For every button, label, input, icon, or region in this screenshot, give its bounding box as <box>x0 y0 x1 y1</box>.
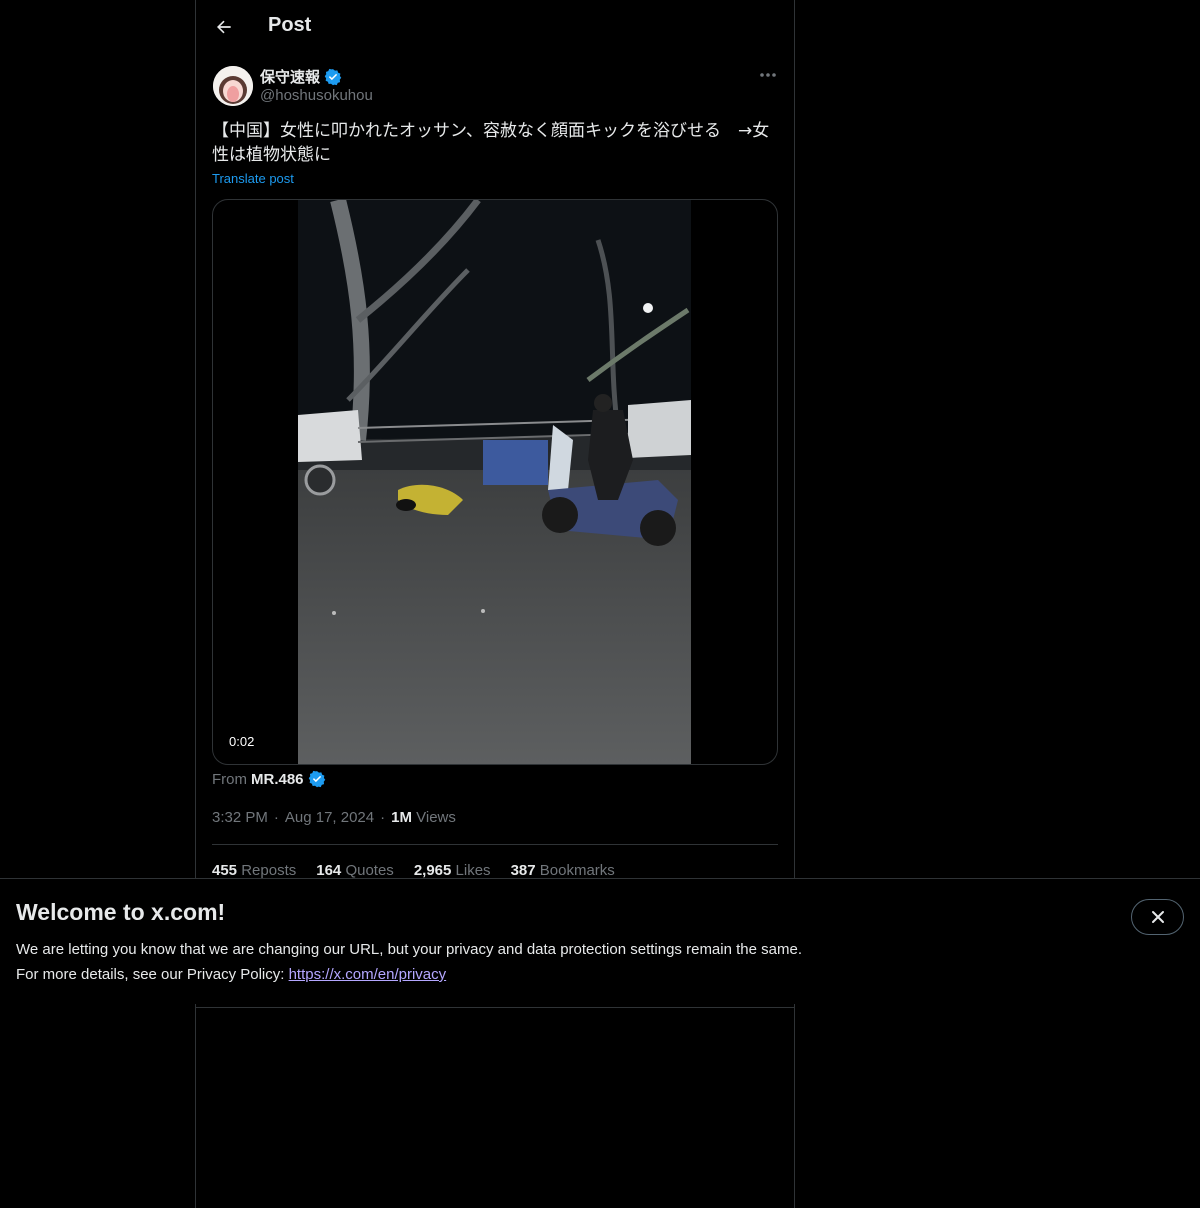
video-frame[interactable] <box>298 200 691 764</box>
author-handle[interactable]: @hoshusokuhou <box>260 87 373 104</box>
separator: · <box>273 809 279 826</box>
more-horizontal-icon <box>760 73 776 77</box>
stat-count: 2,965 <box>413 862 452 879</box>
avatar-image <box>213 66 253 106</box>
stat-label: Quotes <box>345 862 394 879</box>
bookmarks-stat[interactable]: 387 Bookmarks <box>511 862 615 879</box>
top-bar: Post <box>196 0 794 53</box>
stat-count: 164 <box>316 862 342 879</box>
main-column: Post 保守速報 @hoshusokuhou 【中国】女性に叩かれたオッサン、… <box>195 0 795 1208</box>
close-banner-button[interactable] <box>1131 899 1184 935</box>
privacy-policy-link[interactable]: https://x.com/en/privacy <box>289 966 447 983</box>
video-duration: 0:02 <box>223 732 261 751</box>
more-button[interactable] <box>752 64 784 86</box>
author-name-row[interactable]: 保守速報 <box>260 66 342 87</box>
avatar[interactable] <box>213 66 253 106</box>
banner-line: We are letting you know that we are chan… <box>16 941 802 958</box>
post-text-line: 性は植物状態に <box>212 145 331 165</box>
post-text-line: 【中国】女性に叩かれたオッサン、容赦なく顔面キックを浴びせる →女 <box>212 121 770 141</box>
source-account-link[interactable]: MR.486 <box>251 771 304 788</box>
author-display-name[interactable]: 保守速報 <box>260 66 320 87</box>
post-time[interactable]: 3:32 PM <box>212 809 268 826</box>
video-source: From MR.486 <box>212 770 326 788</box>
post-meta: 3:32 PM · Aug 17, 2024 · 1M Views <box>212 809 456 826</box>
welcome-banner: Welcome to x.com! We are letting you kno… <box>0 878 1200 1004</box>
translate-post-link[interactable]: Translate post <box>212 171 294 186</box>
post-date[interactable]: Aug 17, 2024 <box>285 809 374 826</box>
banner-message: We are letting you know that we are chan… <box>16 937 802 987</box>
quotes-stat[interactable]: 164 Quotes <box>316 862 394 879</box>
close-icon <box>1151 911 1164 923</box>
views-label: Views <box>416 809 456 826</box>
divider <box>212 844 778 845</box>
stat-label: Bookmarks <box>539 862 615 879</box>
page-title: Post <box>268 14 312 36</box>
views: 1M Views <box>391 809 456 826</box>
from-label: From <box>212 770 247 788</box>
stat-label: Likes <box>455 862 491 879</box>
verified-badge-icon <box>324 68 342 85</box>
arrow-left-icon <box>217 20 231 34</box>
back-button[interactable] <box>208 11 240 43</box>
reposts-stat[interactable]: 455 Reposts <box>212 862 296 879</box>
stat-count: 387 <box>510 862 536 879</box>
likes-stat[interactable]: 2,965 Likes <box>414 862 491 879</box>
engagement-stats: 455 Reposts 164 Quotes 2,965 Likes 387 B… <box>212 862 615 879</box>
stat-label: Reposts <box>241 862 297 879</box>
separator: · <box>380 809 386 826</box>
verified-badge-icon <box>308 770 325 788</box>
divider <box>196 1007 794 1008</box>
banner-title: Welcome to x.com! <box>16 899 226 925</box>
post-text: 【中国】女性に叩かれたオッサン、容赦なく顔面キックを浴びせる →女 性は植物状態… <box>212 119 778 167</box>
banner-line-prefix: For more details, see our Privacy Policy… <box>16 966 289 983</box>
banner-line: For more details, see our Privacy Policy… <box>16 962 802 987</box>
views-count: 1M <box>391 809 412 826</box>
stat-count: 455 <box>212 862 238 879</box>
video-player[interactable]: 0:02 <box>212 199 778 765</box>
